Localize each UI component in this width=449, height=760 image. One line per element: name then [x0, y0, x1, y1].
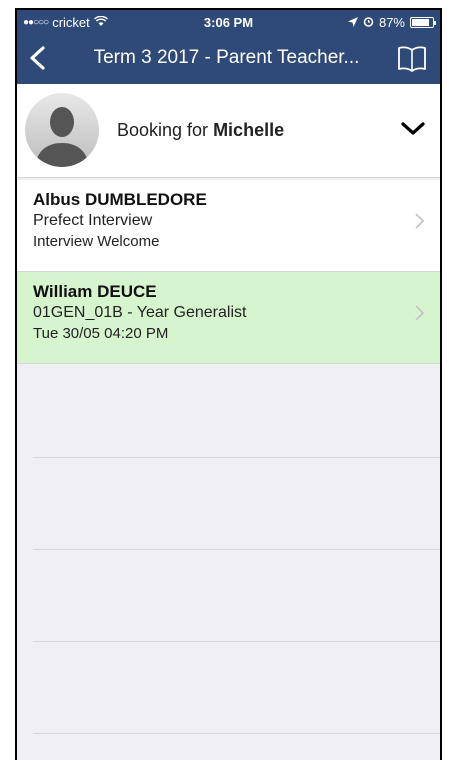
chevron-right-icon — [415, 305, 425, 321]
back-button[interactable] — [25, 42, 55, 74]
booking-prefix: Booking for — [117, 120, 214, 140]
alarm-icon — [363, 15, 374, 30]
empty-list-area — [17, 366, 440, 734]
appointment-list: Albus DUMBLEDORE Prefect Interview Inter… — [17, 180, 440, 364]
teacher-name: Albus DUMBLEDORE — [33, 190, 207, 209]
booking-selector[interactable]: Booking for Michelle — [17, 84, 440, 178]
page-title: Term 3 2017 - Parent Teacher... — [93, 47, 360, 68]
location-arrow-icon — [347, 15, 358, 30]
appointment-row[interactable]: Albus DUMBLEDORE Prefect Interview Inter… — [17, 180, 440, 272]
appointment-subject: Prefect Interview — [33, 212, 153, 229]
status-right: 87% — [347, 15, 436, 30]
person-silhouette-icon — [35, 107, 89, 167]
empty-row — [33, 458, 440, 550]
empty-row — [33, 550, 440, 642]
appointment-detail: Interview Welcome — [33, 233, 160, 250]
empty-row — [33, 366, 440, 458]
book-button[interactable] — [396, 42, 428, 74]
appointment-time: Tue 30/05 04:20 PM — [33, 325, 169, 342]
phone-screen: ●●○○○ cricket 3:06 PM 87% Term 3 2017 - … — [15, 8, 442, 760]
status-bar: ●●○○○ cricket 3:06 PM 87% — [17, 10, 440, 34]
book-icon — [398, 46, 426, 72]
appointment-subject: 01GEN_01B - Year Generalist — [33, 304, 247, 321]
booking-label: Booking for Michelle — [117, 120, 284, 141]
chevron-left-icon — [30, 46, 45, 70]
chevron-down-icon[interactable] — [400, 120, 426, 138]
student-name: Michelle — [213, 120, 285, 140]
empty-row — [33, 642, 440, 734]
nav-bar: Term 3 2017 - Parent Teacher... — [17, 38, 440, 80]
battery-percent: 87% — [378, 15, 405, 30]
top-bar: ●●○○○ cricket 3:06 PM 87% Term 3 2017 - … — [17, 10, 440, 84]
teacher-name: William DEUCE — [33, 282, 157, 301]
avatar — [25, 93, 99, 167]
battery-icon — [410, 17, 436, 28]
appointment-row[interactable]: William DEUCE 01GEN_01B - Year Generalis… — [17, 272, 440, 364]
chevron-right-icon — [415, 213, 425, 229]
